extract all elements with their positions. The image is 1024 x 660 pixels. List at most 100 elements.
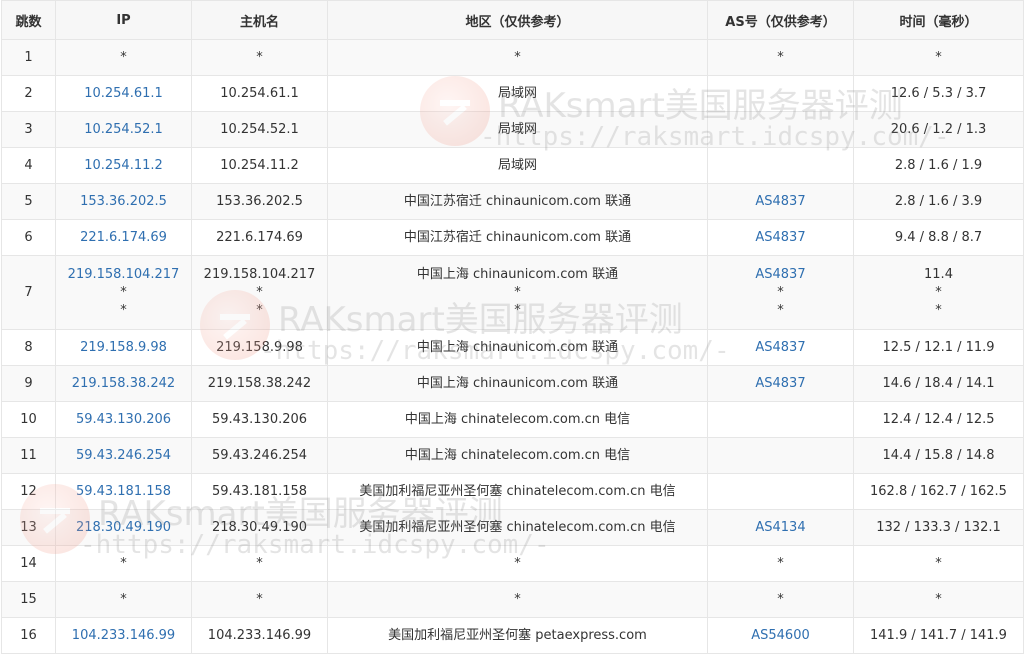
as-cell: [707, 111, 854, 148]
hop-cell: 5: [1, 183, 56, 220]
time-cell: *: [853, 39, 1024, 76]
region-cell: 中国上海 chinaunicom.com 联通: [327, 329, 708, 366]
hop-cell: 13: [1, 509, 56, 546]
table-row: 2 10.254.61.1 10.254.61.1 局域网 12.6 / 5.3…: [1, 75, 1024, 112]
header-ip: IP: [55, 0, 192, 40]
table-row: 10 59.43.130.206 59.43.130.206 中国上海 chin…: [1, 401, 1024, 438]
time-cell: *: [935, 302, 942, 318]
ip-link[interactable]: 104.233.146.99: [72, 628, 175, 643]
as-cell: [707, 147, 854, 184]
ip-link[interactable]: 10.254.52.1: [84, 122, 163, 137]
header-as: AS号（仅供参考）: [707, 0, 854, 40]
table-row: 6 221.6.174.69 221.6.174.69 中国江苏宿迁 china…: [1, 219, 1024, 256]
ip-link[interactable]: 218.30.49.190: [76, 520, 171, 535]
hop-cell: 4: [1, 147, 56, 184]
ip-cell: *: [55, 581, 192, 618]
traceroute-table: 跳数 IP 主机名 地区（仅供参考） AS号（仅供参考） 时间（毫秒） 1 * …: [1, 0, 1024, 654]
time-cell: 12.6 / 5.3 / 3.7: [853, 75, 1024, 112]
time-cell: *: [853, 545, 1024, 582]
table-header-row: 跳数 IP 主机名 地区（仅供参考） AS号（仅供参考） 时间（毫秒）: [1, 0, 1024, 40]
ip-link[interactable]: 219.158.104.217: [56, 266, 191, 284]
hop-cell: 14: [1, 545, 56, 582]
header-region: 地区（仅供参考）: [327, 0, 708, 40]
host-cell: 59.43.181.158: [191, 473, 328, 510]
region-cell: *: [514, 284, 521, 300]
region-cell: 中国江苏宿迁 chinaunicom.com 联通: [327, 183, 708, 220]
host-cell: 219.158.9.98: [191, 329, 328, 366]
hop-cell: 1: [1, 39, 56, 76]
host-cell: *: [256, 302, 263, 318]
time-cell: *: [853, 581, 1024, 618]
as-link[interactable]: AS54600: [751, 628, 810, 643]
as-link[interactable]: AS4837: [755, 230, 805, 245]
ip-cell: *: [120, 302, 127, 318]
as-cell: [707, 473, 854, 510]
time-cell: 141.9 / 141.7 / 141.9: [853, 617, 1024, 654]
table-row: 13 218.30.49.190 218.30.49.190 美国加利福尼亚州圣…: [1, 509, 1024, 546]
region-cell: *: [514, 302, 521, 318]
as-cell: *: [707, 545, 854, 582]
time-cell: 2.8 / 1.6 / 1.9: [853, 147, 1024, 184]
hop-cell: 8: [1, 329, 56, 366]
host-cell: *: [191, 39, 328, 76]
host-cell: 10.254.61.1: [191, 75, 328, 112]
time-cell: 11.4: [924, 266, 953, 282]
time-cell: 132 / 133.3 / 132.1: [853, 509, 1024, 546]
time-cell: *: [935, 284, 942, 300]
region-cell: 中国上海 chinaunicom.com 联通: [416, 266, 619, 282]
host-cell: 10.254.11.2: [191, 147, 328, 184]
ip-link[interactable]: 59.43.181.158: [76, 484, 171, 499]
ip-link[interactable]: 153.36.202.5: [80, 194, 167, 209]
as-cell: [707, 437, 854, 474]
hop-cell: 11: [1, 437, 56, 474]
ip-link[interactable]: 219.158.9.98: [80, 340, 167, 355]
as-cell: *: [777, 302, 784, 318]
host-cell: 218.30.49.190: [191, 509, 328, 546]
region-cell: 美国加利福尼亚州圣何塞 petaexpress.com: [327, 617, 708, 654]
as-cell: [707, 401, 854, 438]
region-cell: 中国上海 chinatelecom.com.cn 电信: [327, 401, 708, 438]
host-cell: *: [191, 581, 328, 618]
region-cell: 局域网: [327, 147, 708, 184]
host-cell: 219.158.38.242: [191, 365, 328, 402]
time-cell: 162.8 / 162.7 / 162.5: [853, 473, 1024, 510]
as-cell: *: [707, 581, 854, 618]
as-link[interactable]: AS4837: [755, 376, 805, 391]
region-cell: 美国加利福尼亚州圣何塞 chinatelecom.com.cn 电信: [327, 509, 708, 546]
ip-link[interactable]: 10.254.61.1: [84, 86, 163, 101]
ip-link[interactable]: 59.43.246.254: [76, 448, 171, 463]
host-cell: *: [256, 284, 263, 300]
ip-link[interactable]: 10.254.11.2: [84, 158, 163, 173]
table-row: 9 219.158.38.242 219.158.38.242 中国上海 chi…: [1, 365, 1024, 402]
as-link[interactable]: AS4837: [708, 266, 853, 284]
host-cell: 59.43.130.206: [191, 401, 328, 438]
host-cell: 59.43.246.254: [191, 437, 328, 474]
table-row: 12 59.43.181.158 59.43.181.158 美国加利福尼亚州圣…: [1, 473, 1024, 510]
ip-link[interactable]: 221.6.174.69: [80, 230, 167, 245]
hop-cell: 7: [1, 255, 56, 330]
host-cell: 219.158.104.217: [203, 266, 316, 282]
as-link[interactable]: AS4837: [755, 340, 805, 355]
header-hostname: 主机名: [191, 0, 328, 40]
as-link[interactable]: AS4134: [755, 520, 805, 535]
region-cell: 中国江苏宿迁 chinaunicom.com 联通: [327, 219, 708, 256]
header-time: 时间（毫秒）: [853, 0, 1024, 40]
table-row: 7 219.158.104.217 * * 219.158.104.217 * …: [1, 255, 1024, 330]
as-link[interactable]: AS4837: [755, 194, 805, 209]
time-cell: 14.6 / 18.4 / 14.1: [853, 365, 1024, 402]
table-row: 11 59.43.246.254 59.43.246.254 中国上海 chin…: [1, 437, 1024, 474]
region-cell: 美国加利福尼亚州圣何塞 chinatelecom.com.cn 电信: [327, 473, 708, 510]
table-row: 15 * * * * *: [1, 581, 1024, 618]
table-row: 14 * * * * *: [1, 545, 1024, 582]
ip-link[interactable]: 59.43.130.206: [76, 412, 171, 427]
host-cell: *: [191, 545, 328, 582]
time-cell: 2.8 / 1.6 / 3.9: [853, 183, 1024, 220]
time-cell: 9.4 / 8.8 / 8.7: [853, 219, 1024, 256]
header-hop: 跳数: [1, 0, 56, 40]
region-cell: *: [327, 581, 708, 618]
region-cell: 中国上海 chinatelecom.com.cn 电信: [327, 437, 708, 474]
table-row: 3 10.254.52.1 10.254.52.1 局域网 20.6 / 1.2…: [1, 111, 1024, 148]
hop-cell: 15: [1, 581, 56, 618]
ip-link[interactable]: 219.158.38.242: [72, 376, 175, 391]
as-cell: [707, 75, 854, 112]
